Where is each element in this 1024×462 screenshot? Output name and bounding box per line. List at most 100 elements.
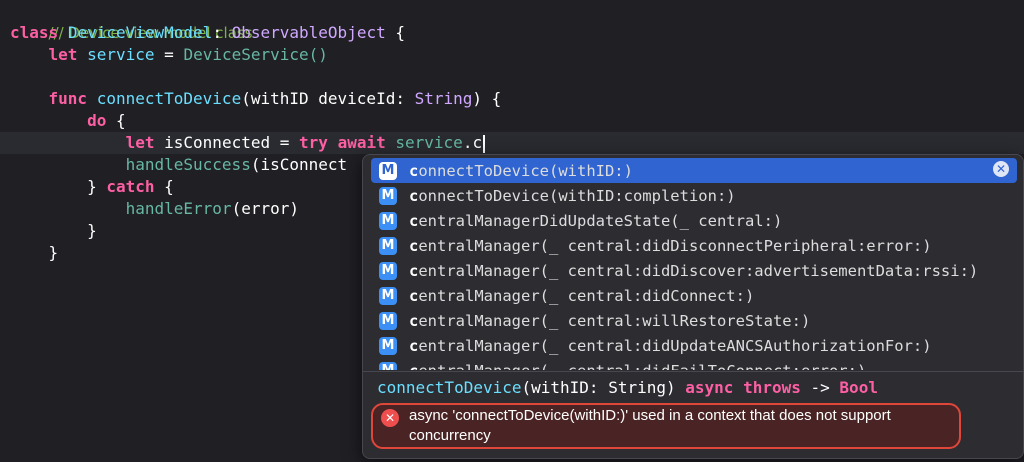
param-type: String [414, 89, 473, 108]
completion-item[interactable]: M connectToDevice(withID:) ✕ [371, 158, 1017, 183]
method-icon: M [379, 186, 397, 205]
protocol-name: ObservableObject [231, 23, 386, 42]
completion-popup[interactable]: M connectToDevice(withID:) ✕ M connectTo… [362, 154, 1024, 459]
completion-rest: entralManager(_ central:didConnect:) [418, 286, 755, 305]
method-icon: M [379, 211, 397, 230]
code-line-3: let service = DeviceService() [10, 44, 328, 66]
completion-label: centralManager(_ central:didDiscover:adv… [409, 262, 978, 280]
completion-item[interactable]: M centralManager(_ central:didConnect:) [371, 283, 1017, 308]
colon: : [212, 23, 222, 42]
completion-item[interactable]: M centralManager(_ central:didDiscover:a… [371, 258, 1017, 283]
completion-item[interactable]: M centralManager(_ central:willRestoreSt… [371, 308, 1017, 333]
code-line-12: } [10, 242, 59, 264]
signature-name: connectToDevice [377, 378, 522, 397]
signature-throws: throws [743, 378, 801, 397]
class-keyword: class [10, 23, 59, 42]
handle-success-args: (isConnect [250, 155, 348, 174]
completion-rest: entralManager(_ central:didUpdateANCSAut… [418, 336, 932, 355]
completion-rest: onnectToDevice(withID:) [418, 161, 633, 180]
completion-label: connectToDevice(withID:) [409, 162, 633, 180]
close-brace-1: } [87, 221, 97, 240]
method-icon: M [379, 336, 397, 355]
completion-item[interactable]: M centralManager(_ central:didDisconnect… [371, 233, 1017, 258]
do-keyword: do [87, 111, 107, 130]
close-brace-catch: } [87, 177, 97, 196]
code-line-2: class DeviceViewModel: ObservableObject … [10, 22, 405, 44]
completion-item[interactable]: M centralManagerDidUpdateState(_ central… [371, 208, 1017, 233]
catch-brace: { [164, 177, 174, 196]
match-prefix: c [409, 261, 419, 280]
service-ref: service [395, 133, 463, 152]
completion-rest: entralManager(_ central:didDisconnectPer… [418, 236, 932, 255]
signature-arrow: -> [810, 378, 830, 397]
completion-label: centralManager(_ central:didDisconnectPe… [409, 237, 932, 255]
code-line-8: handleSuccess(isConnect [10, 154, 348, 176]
clear-circle-icon[interactable]: ✕ [993, 161, 1009, 177]
await-keyword: await [337, 133, 386, 152]
func-params: (withID deviceId: [241, 89, 405, 108]
match-prefix: c [409, 362, 418, 371]
code-line-11: } [10, 220, 97, 242]
is-connected-assign: isConnected = [164, 133, 290, 152]
try-keyword: try [299, 133, 328, 152]
completion-label: centralManager(_ central:didConnect:) [409, 287, 754, 305]
code-line-6: do { [10, 110, 126, 132]
typed-text: .c [462, 133, 483, 152]
method-icon: M [379, 236, 397, 255]
completion-rest: entralManager(_ central:didFailToConnect… [418, 362, 866, 371]
method-icon: M [379, 161, 397, 180]
class-name: DeviceViewModel [67, 23, 213, 42]
open-brace: { [395, 23, 405, 42]
method-icon: M [379, 311, 397, 330]
func-close: ) { [472, 89, 502, 108]
completion-label: centralManager(_ central:didFailToConnec… [409, 362, 866, 371]
method-icon: M [379, 361, 397, 370]
do-brace: { [115, 111, 126, 130]
code-line-5: func connectToDevice(withID deviceId: St… [10, 88, 502, 110]
completion-item[interactable]: M connectToDevice(withID:completion:) [371, 183, 1017, 208]
code-line-10: handleError(error) [10, 198, 299, 220]
completion-label: centralManager(_ central:willRestoreStat… [409, 312, 810, 330]
completion-rest: entralManagerDidUpdateState(_ central:) [418, 211, 783, 230]
completion-list[interactable]: M connectToDevice(withID:) ✕ M connectTo… [363, 155, 1023, 370]
let-keyword: let [48, 45, 78, 64]
handle-error-call: handleError [125, 199, 232, 218]
match-prefix: c [409, 236, 419, 255]
catch-keyword: catch [106, 177, 155, 196]
error-x-icon: ✕ [381, 409, 399, 427]
match-prefix: c [409, 161, 419, 180]
code-editor[interactable]: /// Device view model class class Device… [0, 0, 1024, 462]
match-prefix: c [409, 336, 419, 355]
equals: = [164, 45, 174, 64]
service-var: service [87, 45, 155, 64]
let-keyword-2: let [125, 133, 155, 152]
method-icon: M [379, 286, 397, 305]
error-message-box: ✕ async 'connectToDevice(withID:)' used … [371, 403, 961, 449]
completion-label: centralManagerDidUpdateState(_ central:) [409, 212, 782, 230]
close-brace-2: } [48, 243, 59, 262]
signature-preview: connectToDevice(withID: String) async th… [377, 375, 878, 401]
func-keyword: func [48, 89, 88, 108]
handle-error-args: (error) [231, 199, 299, 218]
handle-success-call: handleSuccess [125, 155, 251, 174]
match-prefix: c [409, 311, 419, 330]
func-name: connectToDevice [96, 89, 242, 108]
text-caret [483, 134, 486, 153]
match-prefix: c [409, 186, 419, 205]
completion-label: centralManager(_ central:didUpdateANCSAu… [409, 337, 932, 355]
code-line-9: } catch { [10, 176, 174, 198]
code-line-1: /// Device view model class [10, 0, 253, 42]
method-icon: M [379, 261, 397, 280]
signature-return-type: Bool [839, 378, 878, 397]
current-line[interactable]: let isConnected = try await service.c [0, 132, 1024, 154]
completion-rest: entralManager(_ central:didDiscover:adve… [418, 261, 979, 280]
completion-item[interactable]: M centralManager(_ central:didUpdateANCS… [371, 333, 1017, 358]
signature-async: async [685, 378, 734, 397]
match-prefix: c [409, 286, 419, 305]
completion-label: connectToDevice(withID:completion:) [409, 187, 736, 205]
completion-item[interactable]: M centralManager(_ central:didFailToConn… [371, 358, 1017, 370]
match-prefix: c [409, 211, 419, 230]
completion-rest: entralManager(_ central:willRestoreState… [418, 311, 811, 330]
completion-rest: onnectToDevice(withID:completion:) [418, 186, 736, 205]
signature-params: (withID: String) [521, 378, 676, 397]
